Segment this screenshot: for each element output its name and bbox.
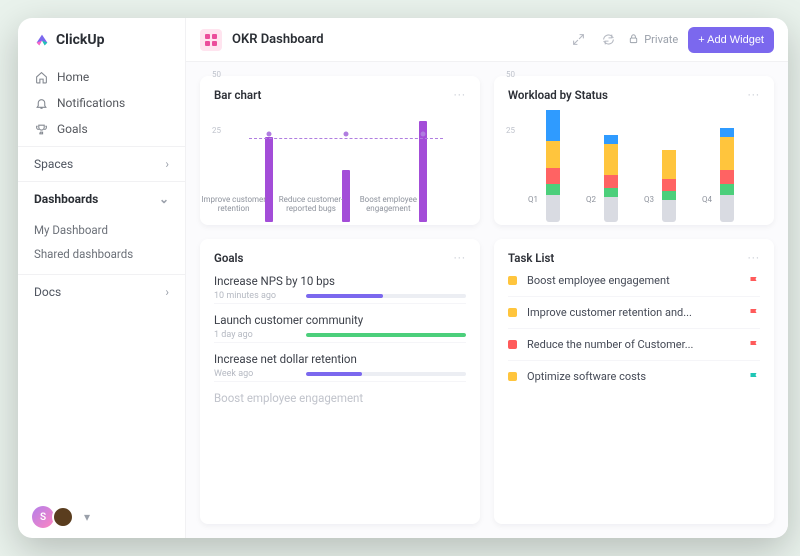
task-title: Improve customer retention and... [527,306,692,319]
avatar-user-1[interactable]: S [32,506,54,528]
flag-icon[interactable] [748,275,760,287]
goal-progress-bar [306,372,466,376]
widget-menu-icon[interactable]: ··· [454,251,466,265]
brand-name: ClickUp [56,32,104,48]
section-dashboards: Dashboards ⌄ My Dashboard Shared dashboa… [18,181,185,274]
goal-row[interactable]: Launch customer community 1 day ago [214,304,466,343]
goal-title: Increase NPS by 10 bps [214,274,466,288]
bell-icon [34,97,48,110]
expand-icon[interactable] [568,30,588,50]
stack-category-label: Q4 [687,195,727,213]
bar-category-label: Reduce customer-reported bugs [276,195,346,213]
brand: ClickUp [18,18,185,60]
goal-progress-bar [306,294,466,298]
goal-timestamp: 10 minutes ago [214,291,296,301]
dashboards-sublist: My Dashboard Shared dashboards [18,216,185,274]
caret-down-icon[interactable]: ▾ [84,510,90,524]
chevron-right-icon: › [165,285,169,299]
bar-chart-plot: 2550Improve customer retentionReduce cus… [214,108,466,215]
main: OKR Dashboard Private + Add Widget Bar c… [186,18,788,538]
nav-home-label: Home [57,70,89,84]
goal-timestamp: 1 day ago [214,330,296,340]
sidebar-item-shared-dashboards[interactable]: Shared dashboards [18,242,185,266]
clickup-logo-icon [34,32,50,48]
visibility-label: Private [644,33,678,46]
goal-title: Launch customer community [214,313,466,327]
sidebar-item-my-dashboard[interactable]: My Dashboard [18,218,185,242]
widget-goals: Goals ··· Increase NPS by 10 bps 10 minut… [200,239,480,524]
nav-notifications-label: Notifications [57,96,125,110]
widget-title: Bar chart [214,88,261,102]
nav-goals[interactable]: Goals [18,116,185,142]
task-status-icon [508,308,517,317]
task-status-icon [508,340,517,349]
home-icon [34,71,48,84]
stack-category-label: Q1 [513,195,553,213]
task-row[interactable]: Improve customer retention and... [508,297,760,329]
widget-workload: Workload by Status ··· 2550Q1Q2Q3Q4 [494,76,774,225]
goal-progress-bar [306,333,466,337]
app-window: ClickUp Home Notifications Goals Spaces … [18,18,788,538]
avatar-user-2[interactable] [52,506,74,528]
flag-icon[interactable] [748,307,760,319]
trophy-icon [34,123,48,136]
task-title: Boost employee engagement [527,274,670,287]
widget-menu-icon[interactable]: ··· [748,251,760,265]
stack-category-label: Q3 [629,195,669,213]
widget-bar-chart: Bar chart ··· 2550Improve customer reten… [200,76,480,225]
sidebar: ClickUp Home Notifications Goals Spaces … [18,18,186,538]
lock-icon [628,33,639,47]
goal-title: Increase net dollar retention [214,352,466,366]
widget-title: Task List [508,251,554,265]
goal-row[interactable]: Increase net dollar retention Week ago [214,343,466,382]
goals-list: Increase NPS by 10 bps 10 minutes ago Laun… [214,265,466,407]
visibility-private[interactable]: Private [628,33,678,47]
flag-icon[interactable] [748,371,760,383]
goal-row[interactable]: Increase NPS by 10 bps 10 minutes ago [214,265,466,304]
section-spaces-toggle[interactable]: Spaces › [18,147,185,181]
widget-title: Goals [214,251,243,265]
task-row[interactable]: Reduce the number of Customer... [508,329,760,361]
nav-goals-label: Goals [57,122,88,136]
refresh-icon[interactable] [598,30,618,50]
flag-icon[interactable] [748,339,760,351]
goal-row[interactable]: Boost employee engagement [214,382,466,407]
section-docs-toggle[interactable]: Docs › [18,275,185,309]
section-docs: Docs › [18,274,185,309]
widget-menu-icon[interactable]: ··· [454,88,466,102]
dashboard-grid: Bar chart ··· 2550Improve customer reten… [186,62,788,538]
dashboard-icon [200,29,222,51]
chevron-right-icon: › [165,157,169,171]
widget-menu-icon[interactable]: ··· [748,88,760,102]
nav-notifications[interactable]: Notifications [18,90,185,116]
page-title: OKR Dashboard [232,32,324,47]
goal-timestamp: Week ago [214,369,296,379]
task-status-icon [508,276,517,285]
section-dashboards-label: Dashboards [34,192,98,206]
add-widget-button[interactable]: + Add Widget [688,27,774,53]
bar-category-label: Boost employee engagement [353,195,423,213]
task-row[interactable]: Optimize software costs [508,361,760,392]
section-spaces: Spaces › [18,146,185,181]
workload-chart-plot: 2550Q1Q2Q3Q4 [508,108,760,215]
widget-task-list: Task List ··· Boost employee engagement I… [494,239,774,524]
section-dashboards-toggle[interactable]: Dashboards ⌄ [18,182,185,216]
section-docs-label: Docs [34,285,61,299]
task-list: Boost employee engagement Improve custome… [508,265,760,392]
chevron-down-icon: ⌄ [159,192,169,206]
task-title: Optimize software costs [527,370,646,383]
task-row[interactable]: Boost employee engagement [508,265,760,297]
topbar: OKR Dashboard Private + Add Widget [186,18,788,62]
widget-title: Workload by Status [508,88,608,102]
bar-category-label: Improve customer retention [199,195,269,213]
primary-nav: Home Notifications Goals [18,60,185,146]
stack-category-label: Q2 [571,195,611,213]
section-spaces-label: Spaces [34,157,73,171]
task-title: Reduce the number of Customer... [527,338,693,351]
goal-title: Boost employee engagement [214,391,466,405]
nav-home[interactable]: Home [18,64,185,90]
task-status-icon [508,372,517,381]
sidebar-footer: S ▾ [18,496,185,538]
